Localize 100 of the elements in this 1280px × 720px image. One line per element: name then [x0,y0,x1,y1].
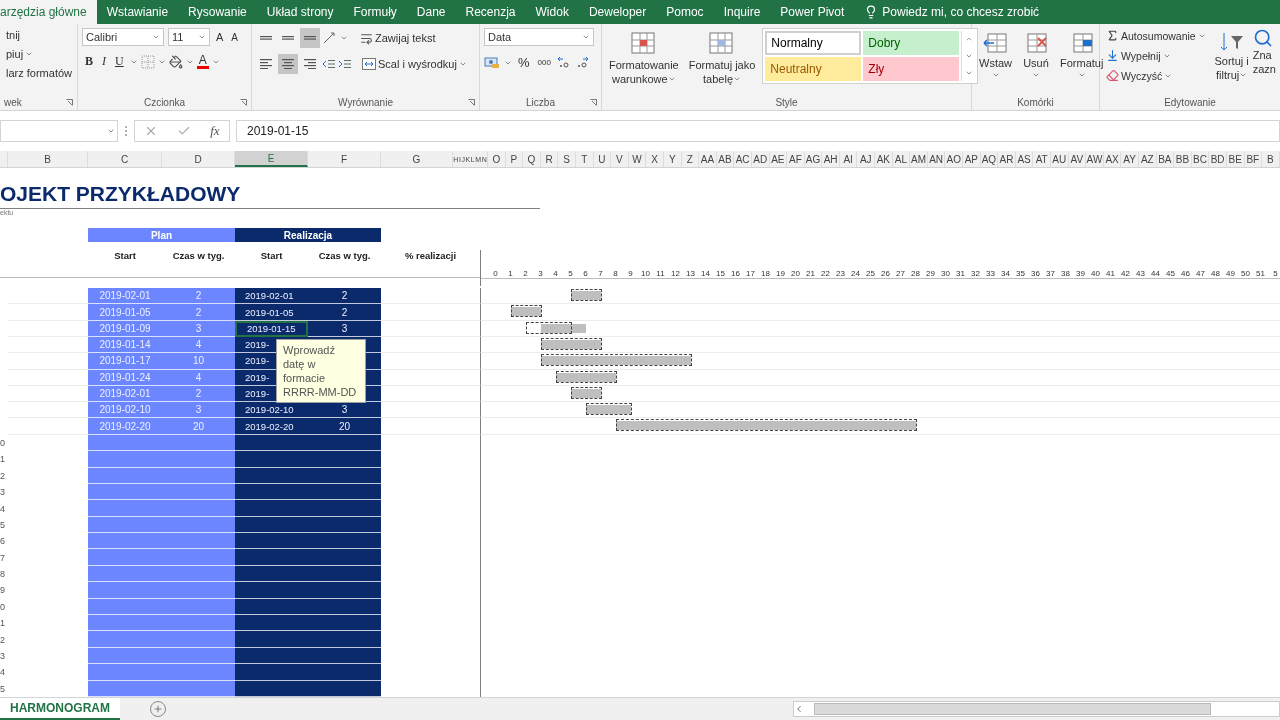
column-header[interactable]: AG [804,151,823,167]
find-select-button[interactable]: Zna zazn [1252,28,1276,94]
column-header[interactable]: U [593,151,612,167]
increase-decimal-icon[interactable] [556,56,571,69]
column-header[interactable]: BE [1226,151,1245,167]
column-header[interactable]: AP [963,151,981,167]
column-header[interactable]: BA [1156,151,1175,167]
merge-center-button[interactable]: Scal i wyśrodkuj [360,57,469,71]
ribbon-tab[interactable]: Wstawianie [96,0,179,24]
format-as-table-button[interactable]: Formatuj jako tabelę [685,28,759,94]
column-header[interactable]: W [628,151,647,167]
scroll-down-icon[interactable] [964,52,973,60]
column-header[interactable]: AL [892,151,911,167]
column-header[interactable]: AZ [1138,151,1157,167]
dialog-launcher-icon[interactable] [66,98,73,106]
percent-button[interactable]: % [516,54,532,71]
conditional-formatting-button[interactable]: Formatowanie warunkowe [606,28,682,94]
sort-filter-button[interactable]: Sortuj i filtruj [1211,28,1252,94]
column-header[interactable]: Y [663,151,682,167]
clipboard-button[interactable]: tnij [4,28,75,42]
column-header[interactable]: BC [1191,151,1210,167]
column-header[interactable]: B [8,151,88,167]
table-cell[interactable]: 2019-02-20 [235,418,308,435]
dialog-launcher-icon[interactable] [590,98,597,106]
tell-me-search[interactable]: Powiedz mi, co chcesz zrobić [854,0,1050,24]
ribbon-tab[interactable]: Inquire [713,0,771,24]
column-header[interactable]: AO [945,151,964,167]
column-header[interactable]: F [308,151,381,167]
column-header[interactable]: P [505,151,524,167]
column-header[interactable]: AB [716,151,735,167]
table-cell[interactable]: 2019-02-01 [235,288,308,305]
column-header[interactable]: R [540,151,559,167]
ribbon-tab[interactable]: Rysowanie [178,0,257,24]
shrink-font-button[interactable]: A [229,30,240,44]
ribbon-tab[interactable]: Pomoc [656,0,714,24]
enter-icon[interactable] [177,124,192,138]
column-header[interactable]: AY [1121,151,1139,167]
column-header[interactable]: AR [998,151,1016,167]
column-header[interactable]: AV [1068,151,1087,167]
editing-button[interactable]: Wyczyść [1104,68,1211,83]
ribbon-tab[interactable]: Recenzja [455,0,526,24]
column-header[interactable]: AT [1033,151,1051,167]
column-header[interactable]: AJ [857,151,876,167]
column-header[interactable]: AA [699,151,717,167]
cell-style[interactable]: Zły [863,57,960,81]
column-header[interactable]: AD [751,151,770,167]
scroll-left-icon[interactable] [794,704,804,714]
decrease-indent-icon[interactable] [322,58,336,70]
cells-button[interactable]: Usuń [1019,28,1053,94]
column-header[interactable]: AK [875,151,893,167]
font-size-select[interactable]: 11 [168,28,210,46]
column-header[interactable]: AI [839,151,858,167]
column-header[interactable]: AW [1086,151,1104,167]
ribbon-tab[interactable]: Dane [406,0,456,24]
column-header[interactable]: AX [1103,151,1122,167]
column-header[interactable]: AF [787,151,805,167]
cell-style[interactable]: Normalny [765,31,862,55]
italic-button[interactable]: I [99,54,109,69]
ribbon-tab[interactable]: Power Pivot [770,0,855,24]
formula-field[interactable]: 2019-01-15 [236,120,1280,142]
increase-indent-icon[interactable] [338,58,352,70]
bold-button[interactable]: B [82,54,96,69]
cell-style[interactable]: Dobry [863,31,960,55]
font-color-button[interactable]: A [196,54,209,69]
column-header[interactable]: S [558,151,576,167]
column-header[interactable]: AU [1051,151,1069,167]
font-name-select[interactable]: Calibri [82,28,164,46]
ribbon-tab[interactable]: Widok [525,0,579,24]
cells-button[interactable]: Formatuj [1057,28,1107,94]
table-cell[interactable]: 2019-02-10 [235,402,308,419]
dialog-launcher-icon[interactable] [468,98,475,106]
column-header[interactable]: AC [734,151,752,167]
currency-icon[interactable] [484,56,500,69]
wrap-text-button[interactable]: Zawijaj tekst [358,30,438,46]
column-header[interactable]: AQ [980,151,999,167]
column-header[interactable]: B [1262,151,1280,167]
sheet-tab[interactable]: HARMONOGRAM [0,698,120,720]
column-header[interactable]: E [235,151,308,167]
cell-style[interactable]: Neutralny [765,57,862,81]
column-header[interactable]: AE [769,151,788,167]
ribbon-tab[interactable]: Układ strony [256,0,344,24]
insert-function-button[interactable]: fx [210,123,220,139]
column-header[interactable]: C [88,151,162,167]
clipboard-button[interactable]: larz formatów [4,66,75,80]
column-header[interactable]: Q [523,151,541,167]
column-header[interactable]: AM [910,151,928,167]
column-header[interactable]: AH [822,151,840,167]
text-orientation-icon[interactable] [322,31,338,45]
column-header[interactable]: BF [1244,151,1263,167]
clipboard-button[interactable]: piuj [4,47,75,61]
bottom-align-icon[interactable] [300,28,320,48]
underline-button[interactable]: U [112,54,127,69]
grow-font-button[interactable]: A [214,30,226,44]
column-header[interactable]: X [646,151,664,167]
dialog-launcher-icon[interactable] [240,98,247,106]
column-header[interactable]: O [488,151,506,167]
column-header[interactable]: AN [927,151,946,167]
number-format-select[interactable]: Data [484,28,594,46]
editing-button[interactable]: Autosumowanie [1104,28,1211,43]
table-cell[interactable]: 2019-01-05 [235,304,308,321]
